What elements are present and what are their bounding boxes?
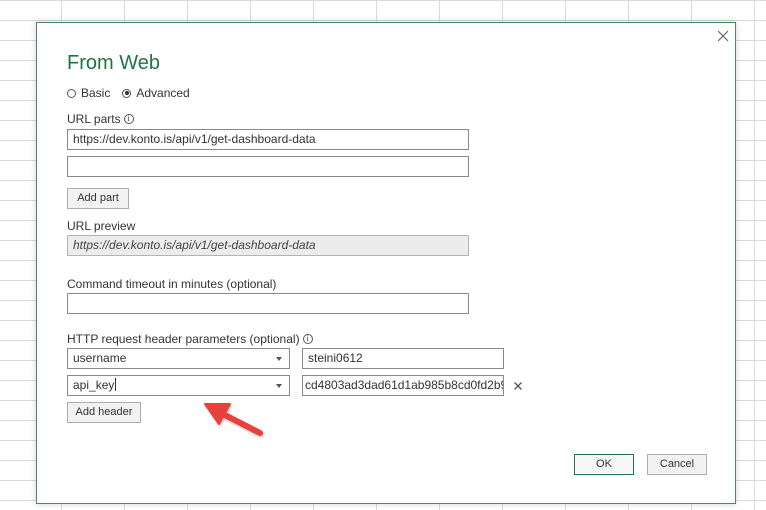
url-preview-field: https://dev.konto.is/api/v1/get-dashboar… [67, 235, 469, 256]
info-icon[interactable] [302, 332, 313, 346]
chevron-down-icon[interactable] [276, 357, 282, 361]
info-icon[interactable] [123, 112, 134, 126]
header-value-input-1[interactable]: steini0612 [302, 348, 504, 369]
close-icon[interactable] [714, 27, 732, 45]
chevron-down-icon[interactable] [276, 384, 282, 388]
add-header-button[interactable]: Add header [67, 402, 141, 423]
arrow-annotation-icon [204, 403, 263, 436]
url-preview-label: URL preview [67, 219, 136, 233]
url-parts-label: URL parts [67, 112, 121, 126]
radio-advanced-circle[interactable] [122, 88, 132, 98]
advanced-radio[interactable]: Advanced [122, 86, 190, 100]
basic-radio-label: Basic [81, 86, 111, 100]
timeout-input[interactable] [67, 293, 469, 314]
basic-radio[interactable]: Basic [67, 86, 110, 100]
header-name-value-2: api_key [73, 378, 115, 392]
text-cursor [115, 378, 117, 391]
header-name-select-2[interactable]: api_key [67, 375, 290, 396]
from-web-dialog: From Web Basic Advanced URL parts https:… [36, 22, 736, 504]
radio-basic-circle[interactable] [67, 88, 76, 98]
url-parts-label-row: URL parts [67, 112, 134, 126]
url-part-input-2[interactable] [67, 156, 469, 177]
mode-radio-group: Basic Advanced [67, 86, 202, 100]
headers-label: HTTP request header parameters (optional… [67, 332, 300, 346]
remove-header-close-icon[interactable] [511, 379, 525, 393]
header-value-input-2[interactable]: cd4803ad3dad61d1ab985b8cd0fd2b9 [302, 375, 504, 396]
header-name-select-1[interactable]: username [67, 348, 290, 369]
timeout-label: Command timeout in minutes (optional) [67, 277, 277, 291]
header-name-value-1: username [73, 351, 127, 365]
advanced-radio-label: Advanced [136, 86, 190, 100]
add-part-button[interactable]: Add part [67, 188, 129, 209]
cancel-button[interactable]: Cancel [647, 454, 707, 475]
ok-button[interactable]: OK [574, 454, 634, 475]
headers-label-row: HTTP request header parameters (optional… [67, 332, 313, 346]
dialog-title: From Web [67, 52, 160, 74]
url-part-input-1[interactable]: https://dev.konto.is/api/v1/get-dashboar… [67, 129, 469, 150]
